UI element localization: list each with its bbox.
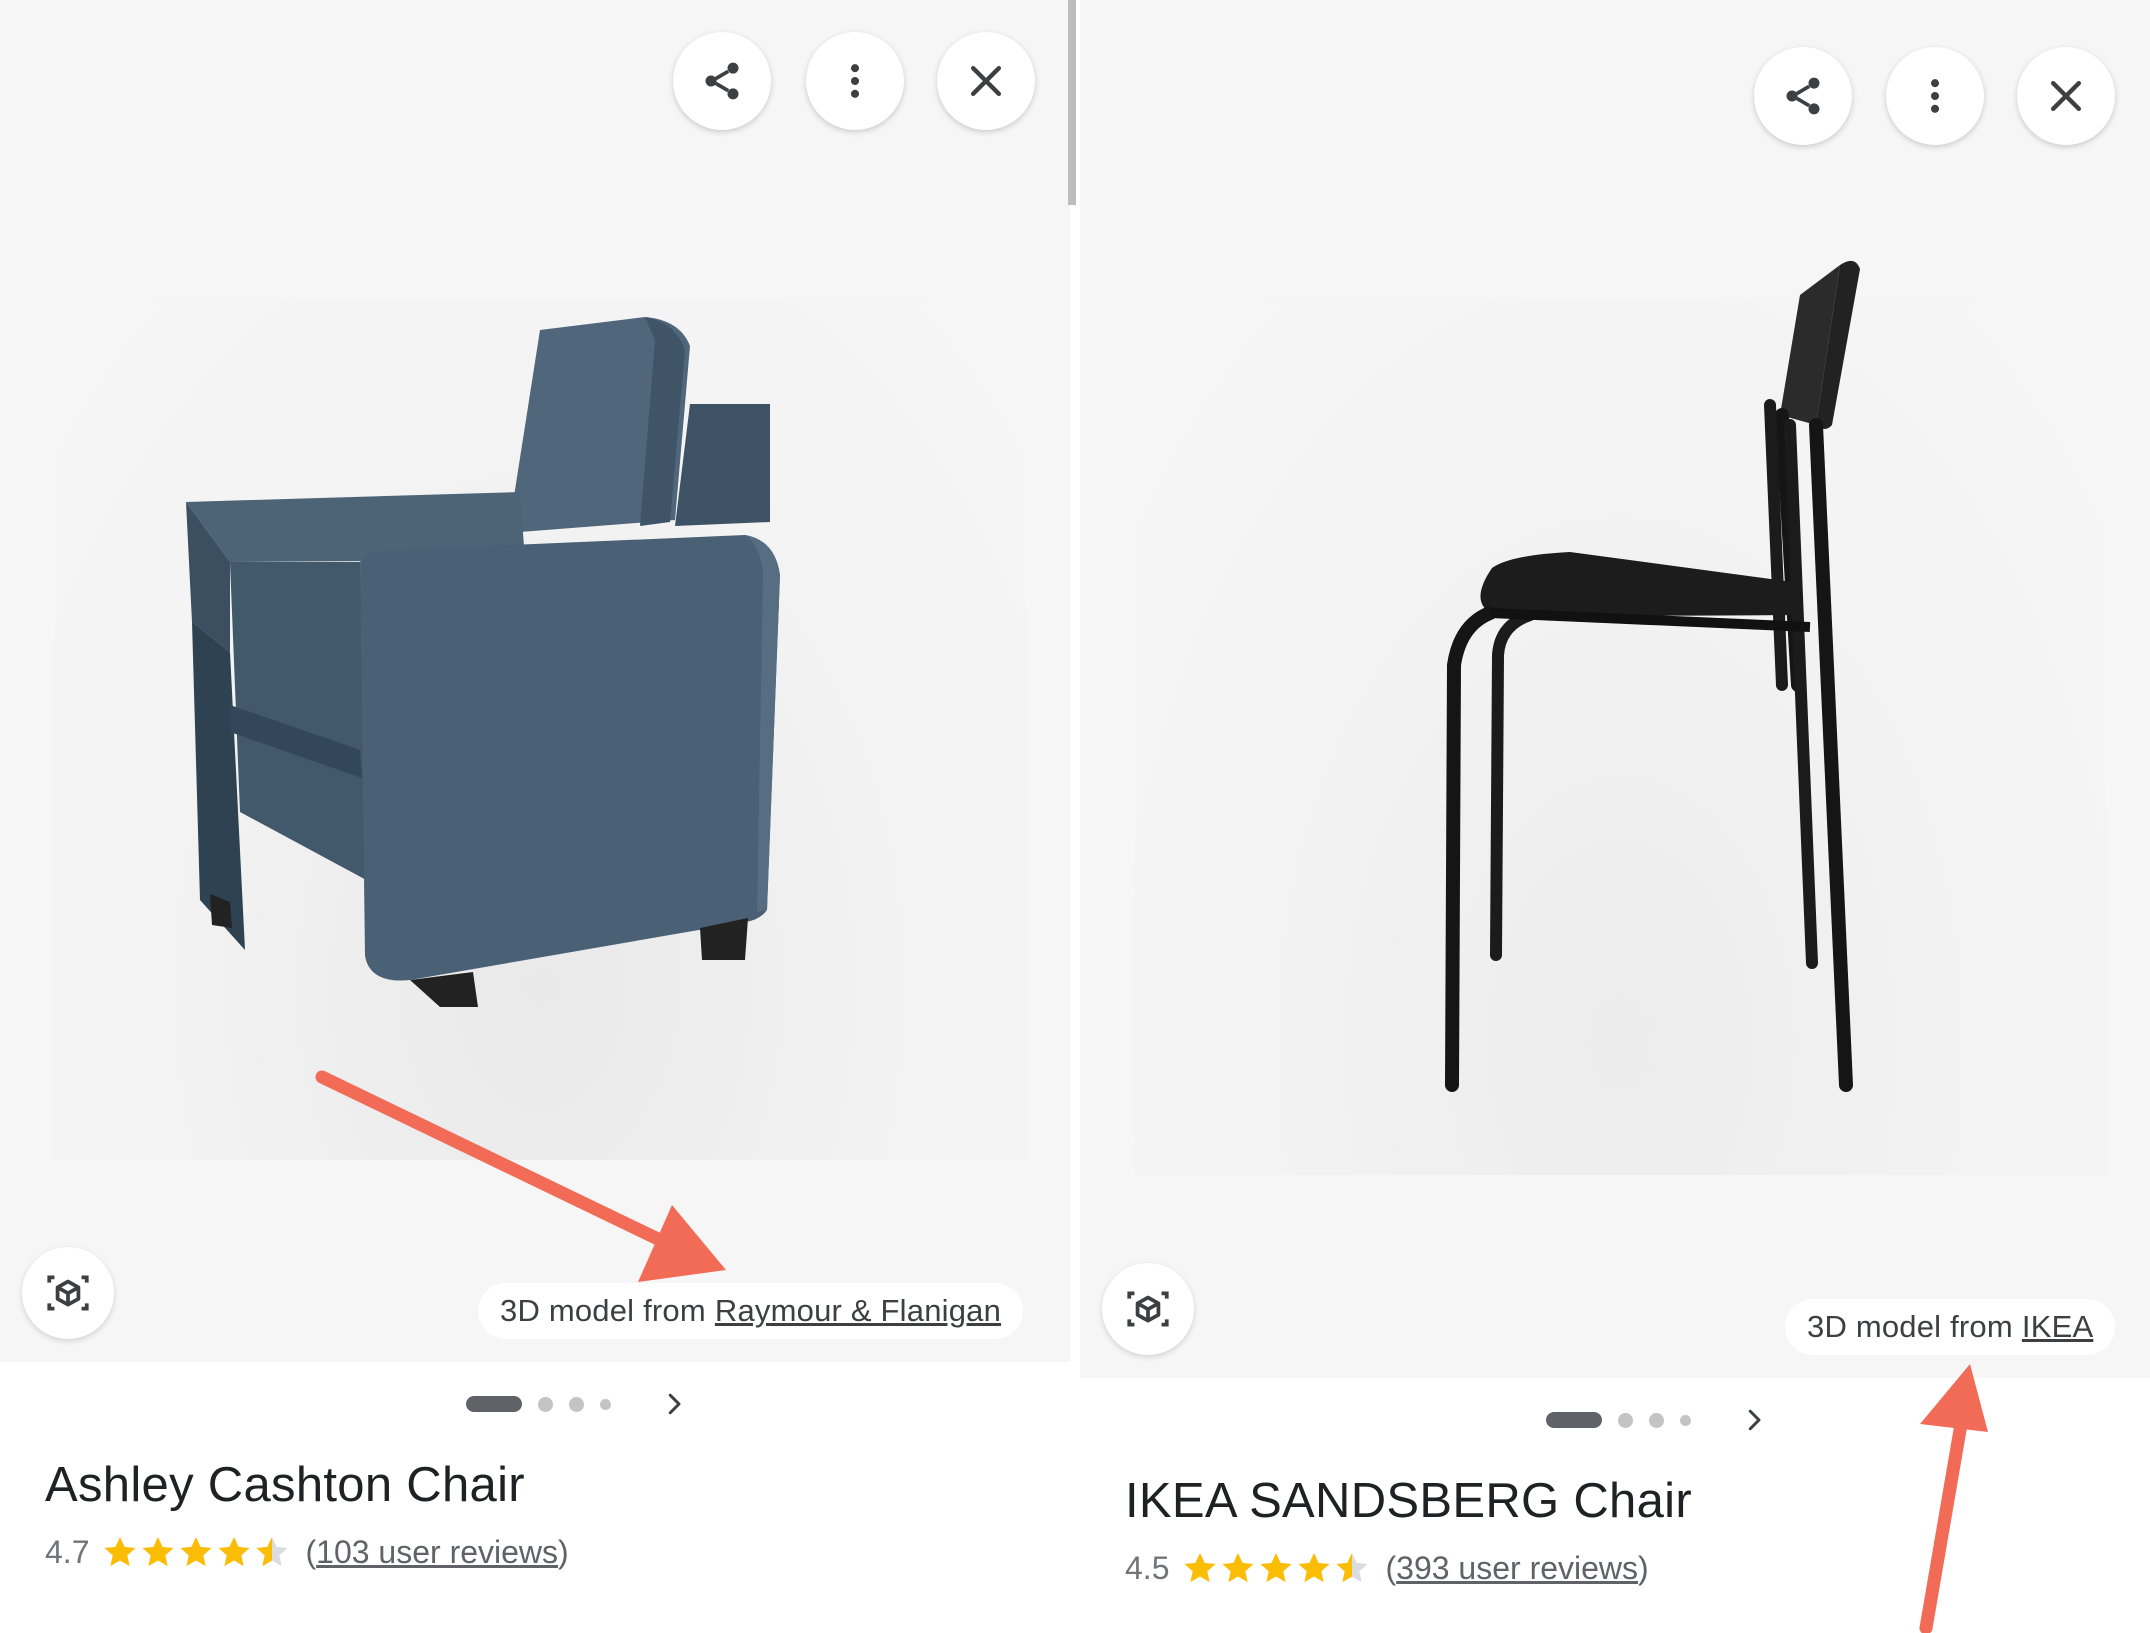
share-icon <box>1781 74 1825 118</box>
view-in-3d-cube-icon <box>43 1268 93 1318</box>
rating-value: 4.7 <box>45 1533 90 1570</box>
carousel-pager <box>466 1389 689 1419</box>
share-button[interactable] <box>1754 47 1852 145</box>
pager-dot[interactable] <box>569 1396 584 1412</box>
attribution-source-link[interactable]: Raymour & Flanigan <box>715 1293 1001 1329</box>
view-in-space-button[interactable] <box>22 1247 114 1339</box>
more-options-button[interactable] <box>1886 47 1984 145</box>
close-icon <box>964 59 1008 103</box>
product-title: IKEA SANDSBERG Chair <box>1125 1474 1692 1528</box>
more-options-button[interactable] <box>806 32 904 130</box>
attribution-prefix: 3D model from <box>500 1293 706 1328</box>
pager-dot-active[interactable] <box>466 1396 522 1412</box>
star-icon <box>1181 1549 1219 1587</box>
reviews-open-paren: ( <box>1385 1549 1397 1586</box>
more-vert-icon <box>1913 74 1957 118</box>
reviews-close-paren: ) <box>1638 1549 1649 1586</box>
close-icon <box>2044 74 2088 118</box>
share-button[interactable] <box>673 32 771 130</box>
star-icon <box>177 1533 215 1571</box>
rating-stars <box>1181 1549 1371 1587</box>
star-icon <box>139 1533 177 1571</box>
star-icon <box>1257 1549 1295 1587</box>
panel-divider <box>1068 0 1076 205</box>
product-title: Ashley Cashton Chair <box>45 1458 525 1512</box>
model-viewer[interactable]: 3D model from IKEA <box>1080 0 2150 1378</box>
star-half-icon <box>253 1533 291 1571</box>
reviews-link[interactable]: (393 user reviews) <box>1385 1550 1648 1587</box>
pager-dot[interactable] <box>1618 1412 1633 1428</box>
close-button[interactable] <box>2017 47 2115 145</box>
chevron-right-icon[interactable] <box>1739 1405 1769 1435</box>
carousel-pager <box>1546 1405 1769 1435</box>
reviews-link[interactable]: (103 user reviews) <box>305 1534 568 1571</box>
view-in-space-button[interactable] <box>1102 1263 1194 1355</box>
share-icon <box>700 59 744 103</box>
view-in-3d-cube-icon <box>1123 1284 1173 1334</box>
pager-dot[interactable] <box>1649 1412 1664 1428</box>
pager-dot-active[interactable] <box>1546 1412 1602 1428</box>
rating-stars <box>101 1533 291 1571</box>
reviews-count[interactable]: 393 user reviews <box>1396 1550 1638 1586</box>
model-attribution: 3D model from IKEA <box>1785 1299 2116 1355</box>
more-vert-icon <box>833 59 877 103</box>
star-icon <box>1295 1549 1333 1587</box>
star-icon <box>1219 1549 1257 1587</box>
model-viewer[interactable]: 3D model from Raymour & Flanigan <box>0 0 1070 1362</box>
star-icon <box>215 1533 253 1571</box>
reviews-open-paren: ( <box>305 1533 317 1570</box>
pager-dot[interactable] <box>1680 1414 1691 1426</box>
rating-row: 4.5 (393 user reviews) <box>1125 1549 1649 1587</box>
model-attribution: 3D model from Raymour & Flanigan <box>478 1283 1024 1339</box>
attribution-source-link[interactable]: IKEA <box>2022 1309 2093 1345</box>
left-product-panel: 3D model from Raymour & Flanigan Ashley … <box>0 0 1070 1633</box>
rating-value: 4.5 <box>1125 1549 1170 1586</box>
right-product-panel: 3D model from IKEA IKEA SANDSBERG Chair … <box>1080 0 2150 1633</box>
close-button[interactable] <box>937 32 1035 130</box>
pager-dot[interactable] <box>538 1396 553 1412</box>
rating-row: 4.7 (103 user reviews) <box>45 1533 569 1571</box>
reviews-count[interactable]: 103 user reviews <box>316 1534 558 1570</box>
chevron-right-icon[interactable] <box>659 1389 689 1419</box>
pager-dot[interactable] <box>600 1398 611 1410</box>
attribution-prefix: 3D model from <box>1807 1309 2013 1344</box>
sofa-chair-3d-model[interactable] <box>170 300 970 1020</box>
star-half-icon <box>1333 1549 1371 1587</box>
dining-chair-3d-model[interactable] <box>1370 255 1970 1095</box>
reviews-close-paren: ) <box>558 1533 569 1570</box>
star-icon <box>101 1533 139 1571</box>
